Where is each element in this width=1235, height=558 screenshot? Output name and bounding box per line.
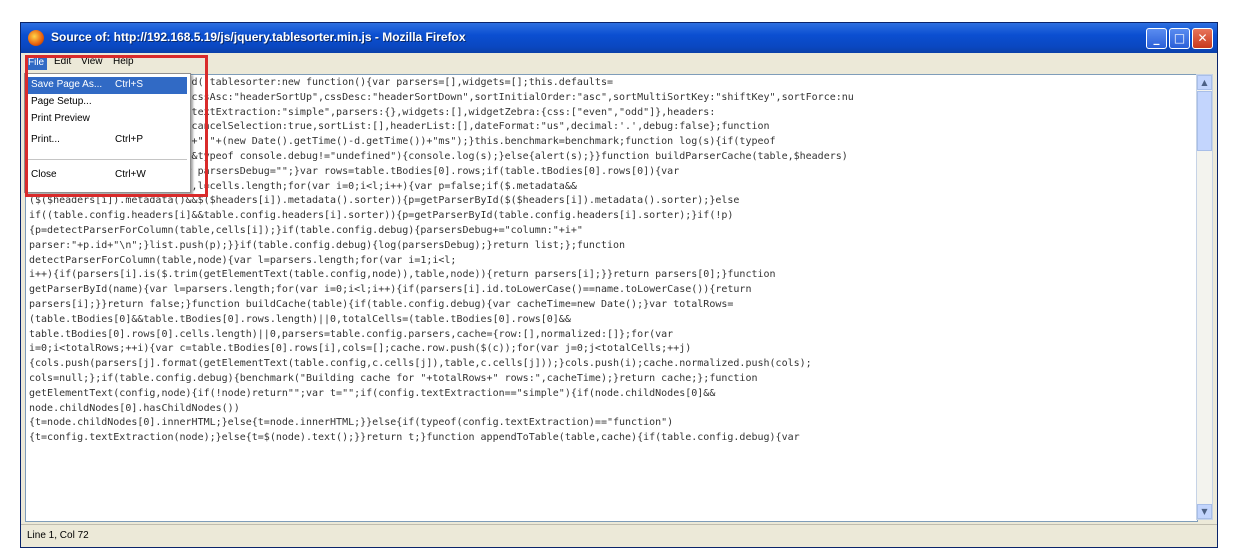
source-line: {t=config.textExtraction(node);}else{t=$… (29, 432, 800, 444)
close-window-button[interactable]: ✕ (1192, 28, 1213, 49)
scroll-down-arrow-icon[interactable]: ▼ (1197, 504, 1212, 519)
source-line: (table.tBodies[0]&&table.tBodies[0].rows… (29, 313, 571, 325)
source-line: i++){if(parsers[i].is($.trim(getElementT… (29, 269, 776, 281)
source-line: {cols.push(parsers[j].format(getElementT… (29, 358, 812, 370)
minimize-button[interactable]: _ (1146, 28, 1167, 49)
source-line: table.tBodies[0].rows[0].cells.length)||… (29, 328, 674, 340)
maximize-button[interactable]: □ (1169, 28, 1190, 49)
cursor-position: Line 1, Col 72 (27, 530, 89, 541)
scroll-thumb[interactable] (1197, 91, 1212, 151)
source-line: cols=null;};if(table.config.debug){bench… (29, 372, 758, 384)
source-line: if((table.config.headers[i]&&table.confi… (29, 210, 734, 222)
firefox-icon (28, 30, 44, 46)
source-line: node.childNodes[0].hasChildNodes()) (29, 402, 240, 414)
source-line: i=0;i<totalRows;++i){var c=table.tBodies… (29, 343, 692, 355)
source-line: parsers[i];}}return false;}function buil… (29, 298, 734, 310)
source-line: getParserById(name){var l=parsers.length… (29, 284, 752, 296)
scroll-up-arrow-icon[interactable]: ▲ (1197, 75, 1212, 90)
source-line: getElementText(config,node){if(!node)ret… (29, 387, 716, 399)
source-line: ($($headers[i]).metadata()&&$($headers[i… (29, 195, 740, 207)
status-bar: Line 1, Col 72 (21, 524, 1217, 547)
title-bar[interactable]: Source of: http://192.168.5.19/js/jquery… (21, 23, 1217, 53)
source-line: {t=node.childNodes[0].innerHTML;}else{t=… (29, 417, 674, 429)
source-line: detectParserForColumn(table,node){var l=… (29, 254, 457, 266)
source-line: parser:"+p.id+"\n";}list.push(p);}}if(ta… (29, 239, 626, 251)
vertical-scrollbar[interactable]: ▲ ▼ (1196, 74, 1213, 520)
highlight-annotation-box (25, 55, 208, 197)
source-line: {p=detectParserForColumn(table,cells[i])… (29, 224, 583, 236)
window-title: Source of: http://192.168.5.19/js/jquery… (51, 30, 466, 44)
